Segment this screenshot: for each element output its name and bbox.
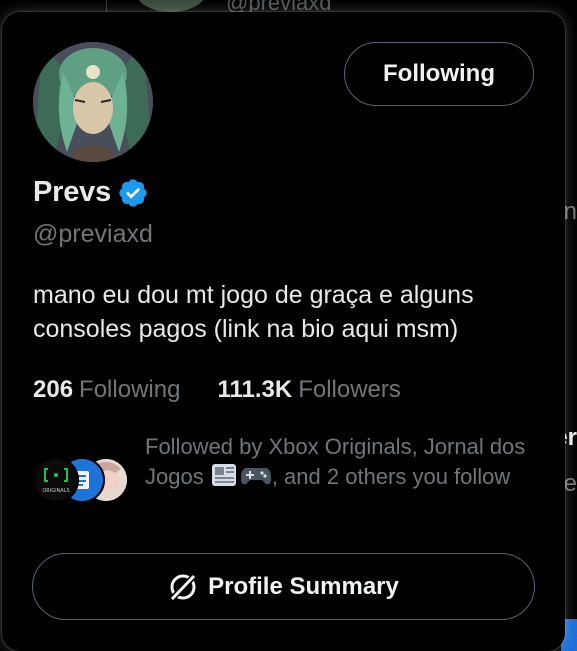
xbox-originals-avatar: ORIGINALS [33,457,79,503]
followed-by-avatars[interactable]: ORIGINALS [33,457,129,503]
xbox-originals-logo-icon: ORIGINALS [35,459,77,501]
name-row: Prevs [33,176,149,209]
followers-label: Followers [298,376,401,403]
profile-bio: mano eu dou mt jogo de graça e alguns co… [33,281,474,343]
display-name[interactable]: Prevs [33,176,111,209]
profile-stats: 206 Following 111.3K Followers [33,376,401,404]
followed-by-text[interactable]: Followed by Xbox Originals, Jornal dos J… [145,432,540,496]
verified-badge-icon[interactable] [117,177,149,209]
followed-by-text-part2: , and 2 others you follow [271,464,511,489]
following-stat-link[interactable]: 206 Following [33,376,180,404]
game-controller-icon [240,462,272,496]
background-text-fragment: n [563,198,577,225]
grok-icon [168,572,198,602]
followers-count: 111.3K [217,376,293,403]
background-text-fragment: e [563,470,577,497]
profile-hover-card: Following Prevs @previaxd mano eu dou mt… [2,12,565,651]
avatar-illustration [33,42,153,162]
following-label: Following [79,376,181,403]
followers-stat-link[interactable]: 111.3K Followers [217,376,400,404]
following-count: 206 [33,376,74,403]
following-button[interactable]: Following [344,42,534,106]
newspaper-icon [210,462,240,496]
profile-avatar[interactable] [33,42,153,162]
profile-summary-label: Profile Summary [208,572,399,600]
originals-badge-text: ORIGINALS [42,488,69,494]
profile-summary-button[interactable]: Profile Summary [32,553,535,620]
profile-handle[interactable]: @previaxd [33,220,153,249]
